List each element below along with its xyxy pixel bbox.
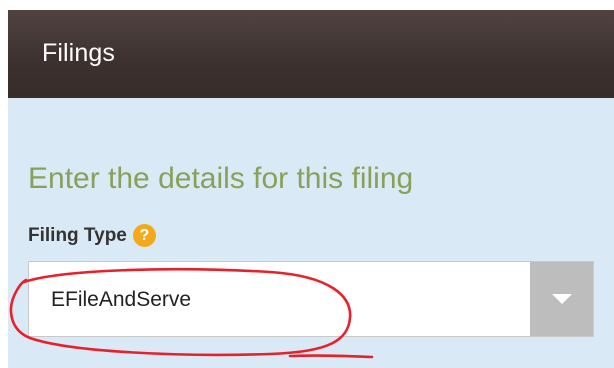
dropdown-toggle-button[interactable] xyxy=(530,262,593,336)
filing-type-label: Filing Type xyxy=(28,224,127,246)
filing-type-select[interactable]: EFileAndServe xyxy=(28,261,594,337)
filing-type-selected-value: EFileAndServe xyxy=(51,288,192,311)
panel-body: Enter the details for this filing Filing… xyxy=(8,98,614,368)
panel-title: Filings xyxy=(42,38,115,67)
filings-panel: Filings Enter the details for this filin… xyxy=(8,10,614,368)
question-circle-icon[interactable]: ? xyxy=(132,224,156,247)
filing-type-label-row: Filing Type ? xyxy=(28,224,156,247)
section-heading: Enter the details for this filing xyxy=(28,162,414,195)
panel-header: Filings xyxy=(8,10,614,98)
chevron-down-icon xyxy=(551,293,572,304)
screenshot-frame: Filings Enter the details for this filin… xyxy=(0,0,614,368)
